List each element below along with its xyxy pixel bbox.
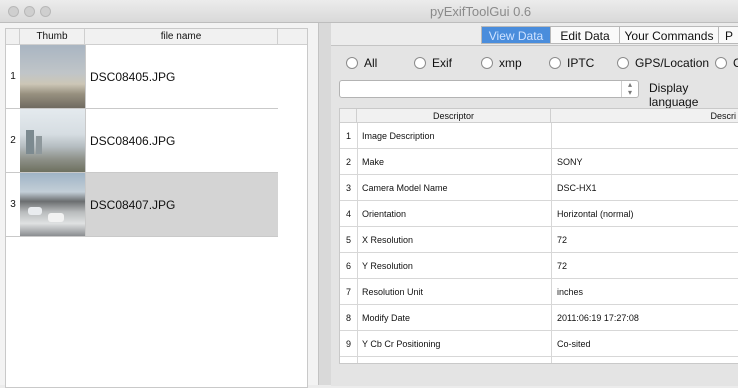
row-number: 3 xyxy=(6,173,21,236)
descriptor-cell: Modify Date xyxy=(362,312,411,323)
file-table[interactable]: Thumb file name 1 DSC08405.JPG 2 DSC0840… xyxy=(5,28,308,388)
radio-circle-icon xyxy=(346,57,358,69)
photo-thumbnail xyxy=(20,45,86,108)
car-shape xyxy=(28,207,42,215)
value-cell[interactable]: 72 xyxy=(551,253,567,278)
thumb-column-header[interactable]: Thumb xyxy=(20,29,85,45)
description-column-header[interactable]: Descri xyxy=(551,109,738,123)
filter-xmp-radio[interactable]: xmp xyxy=(481,56,522,70)
descriptor-cell: Y Cb Cr Positioning xyxy=(362,338,441,349)
filter-gps-radio[interactable]: GPS/Location xyxy=(617,56,709,70)
value-cell[interactable]: 1/1600 xyxy=(551,357,585,363)
photo-thumbnail xyxy=(20,173,86,236)
descriptor-cell: Y Resolution xyxy=(362,260,413,271)
row-number: 3 xyxy=(340,175,358,200)
zoom-window-button[interactable] xyxy=(40,6,51,17)
descriptor-cell: Resolution Unit xyxy=(362,286,424,297)
descriptor-cell: Make xyxy=(362,156,385,167)
filter-exif-label: Exif xyxy=(432,56,453,70)
file-name: DSC08406.JPG xyxy=(90,133,176,148)
radio-circle-icon xyxy=(481,57,493,69)
row-number-header xyxy=(340,109,357,123)
file-row-selected[interactable]: 3 DSC08407.JPG xyxy=(6,173,278,237)
value-cell[interactable]: inches xyxy=(551,279,583,304)
value-cell[interactable]: SONY xyxy=(551,149,583,174)
row-number: 4 xyxy=(340,201,358,226)
filter-iptc-label: IPTC xyxy=(567,56,595,70)
file-name: DSC08405.JPG xyxy=(90,69,176,84)
metadata-row[interactable]: 2 Make SONY xyxy=(340,149,738,175)
value-cell[interactable]: 72 xyxy=(551,227,567,252)
metadata-row[interactable]: 1 Image Description xyxy=(340,123,738,149)
metadata-row[interactable]: 6 Y Resolution 72 xyxy=(340,253,738,279)
descriptor-cell: X Resolution xyxy=(362,234,414,245)
language-select[interactable]: ▴ ▾ xyxy=(339,80,639,98)
filter-all-radio[interactable]: All xyxy=(346,56,377,70)
pane-splitter[interactable] xyxy=(318,23,331,385)
value-cell[interactable]: Co-sited xyxy=(551,331,591,356)
radio-circle-icon xyxy=(617,57,629,69)
close-window-button[interactable] xyxy=(8,6,19,17)
tab-edit-data[interactable]: Edit Data xyxy=(550,26,620,44)
value-cell[interactable]: 2011:06:19 17:27:08 xyxy=(551,305,639,330)
file-name: DSC08407.JPG xyxy=(90,197,176,212)
photo-thumbnail xyxy=(20,109,86,172)
title-bar: pyExifToolGui 0.6 xyxy=(0,0,738,23)
metadata-row[interactable]: 7 Resolution Unit inches xyxy=(340,279,738,305)
minimize-window-button[interactable] xyxy=(24,6,35,17)
car-shape xyxy=(48,213,64,222)
row-number: 9 xyxy=(340,331,358,356)
filter-gps-label: GPS/Location xyxy=(635,56,710,70)
row-number: 2 xyxy=(340,149,358,174)
filter-partial-label: C xyxy=(733,56,738,70)
file-name-column-header[interactable]: file name xyxy=(85,29,278,45)
descriptor-cell: Orientation xyxy=(362,208,407,219)
descriptor-cell: Camera Model Name xyxy=(362,182,448,193)
descriptor-cell: Exposure Time xyxy=(362,357,422,363)
filter-partial-radio[interactable]: C xyxy=(715,56,738,70)
metadata-pane: View Data Edit Data Your Commands P All … xyxy=(331,23,738,386)
metadata-row[interactable]: 3 Camera Model Name DSC-HX1 xyxy=(340,175,738,201)
file-list-pane: Thumb file name 1 DSC08405.JPG 2 DSC0840… xyxy=(0,23,318,388)
value-cell[interactable] xyxy=(551,123,557,148)
row-number: 8 xyxy=(340,305,358,330)
filter-iptc-radio[interactable]: IPTC xyxy=(549,56,594,70)
metadata-row[interactable]: 10 Exposure Time 1/1600 xyxy=(340,357,738,363)
header-filler xyxy=(278,29,307,45)
window-title: pyExifToolGui 0.6 xyxy=(430,4,532,19)
row-number: 2 xyxy=(6,109,21,172)
radio-circle-icon xyxy=(549,57,561,69)
file-row[interactable]: 1 DSC08405.JPG xyxy=(6,45,278,109)
descriptor-column-header[interactable]: Descriptor xyxy=(357,109,551,123)
row-number: 5 xyxy=(340,227,358,252)
row-number-header xyxy=(6,29,20,45)
display-language-label: Display language xyxy=(649,81,699,109)
tab-partial[interactable]: P xyxy=(718,26,738,44)
filter-exif-radio[interactable]: Exif xyxy=(414,56,452,70)
metadata-table[interactable]: Descriptor Descri 1 Image Description 2 Mak… xyxy=(339,108,738,364)
building-shape xyxy=(36,136,42,154)
row-number: 1 xyxy=(6,45,21,108)
value-cell[interactable]: Horizontal (normal) xyxy=(551,201,634,226)
radio-circle-icon xyxy=(414,57,426,69)
file-row[interactable]: 2 DSC08406.JPG xyxy=(6,109,278,173)
metadata-row[interactable]: 8 Modify Date 2011:06:19 17:27:08 xyxy=(340,305,738,331)
view-data-panel: All Exif xmp IPTC GPS/Location C ▴ ▾ Disp… xyxy=(331,45,738,386)
filter-all-label: All xyxy=(364,56,378,70)
radio-circle-icon xyxy=(715,57,727,69)
row-number: 10 xyxy=(340,357,358,363)
metadata-row[interactable]: 5 X Resolution 72 xyxy=(340,227,738,253)
row-number: 1 xyxy=(340,123,358,148)
row-number: 6 xyxy=(340,253,358,278)
filter-xmp-label: xmp xyxy=(499,56,522,70)
metadata-row[interactable]: 9 Y Cb Cr Positioning Co-sited xyxy=(340,331,738,357)
descriptor-cell: Image Description xyxy=(362,130,435,141)
tab-your-commands[interactable]: Your Commands xyxy=(619,26,719,44)
value-cell[interactable]: DSC-HX1 xyxy=(551,175,597,200)
chevron-updown-icon: ▴ ▾ xyxy=(621,81,638,97)
metadata-row[interactable]: 4 Orientation Horizontal (normal) xyxy=(340,201,738,227)
tab-view-data[interactable]: View Data xyxy=(481,26,551,44)
building-shape xyxy=(26,130,34,154)
row-number: 7 xyxy=(340,279,358,304)
